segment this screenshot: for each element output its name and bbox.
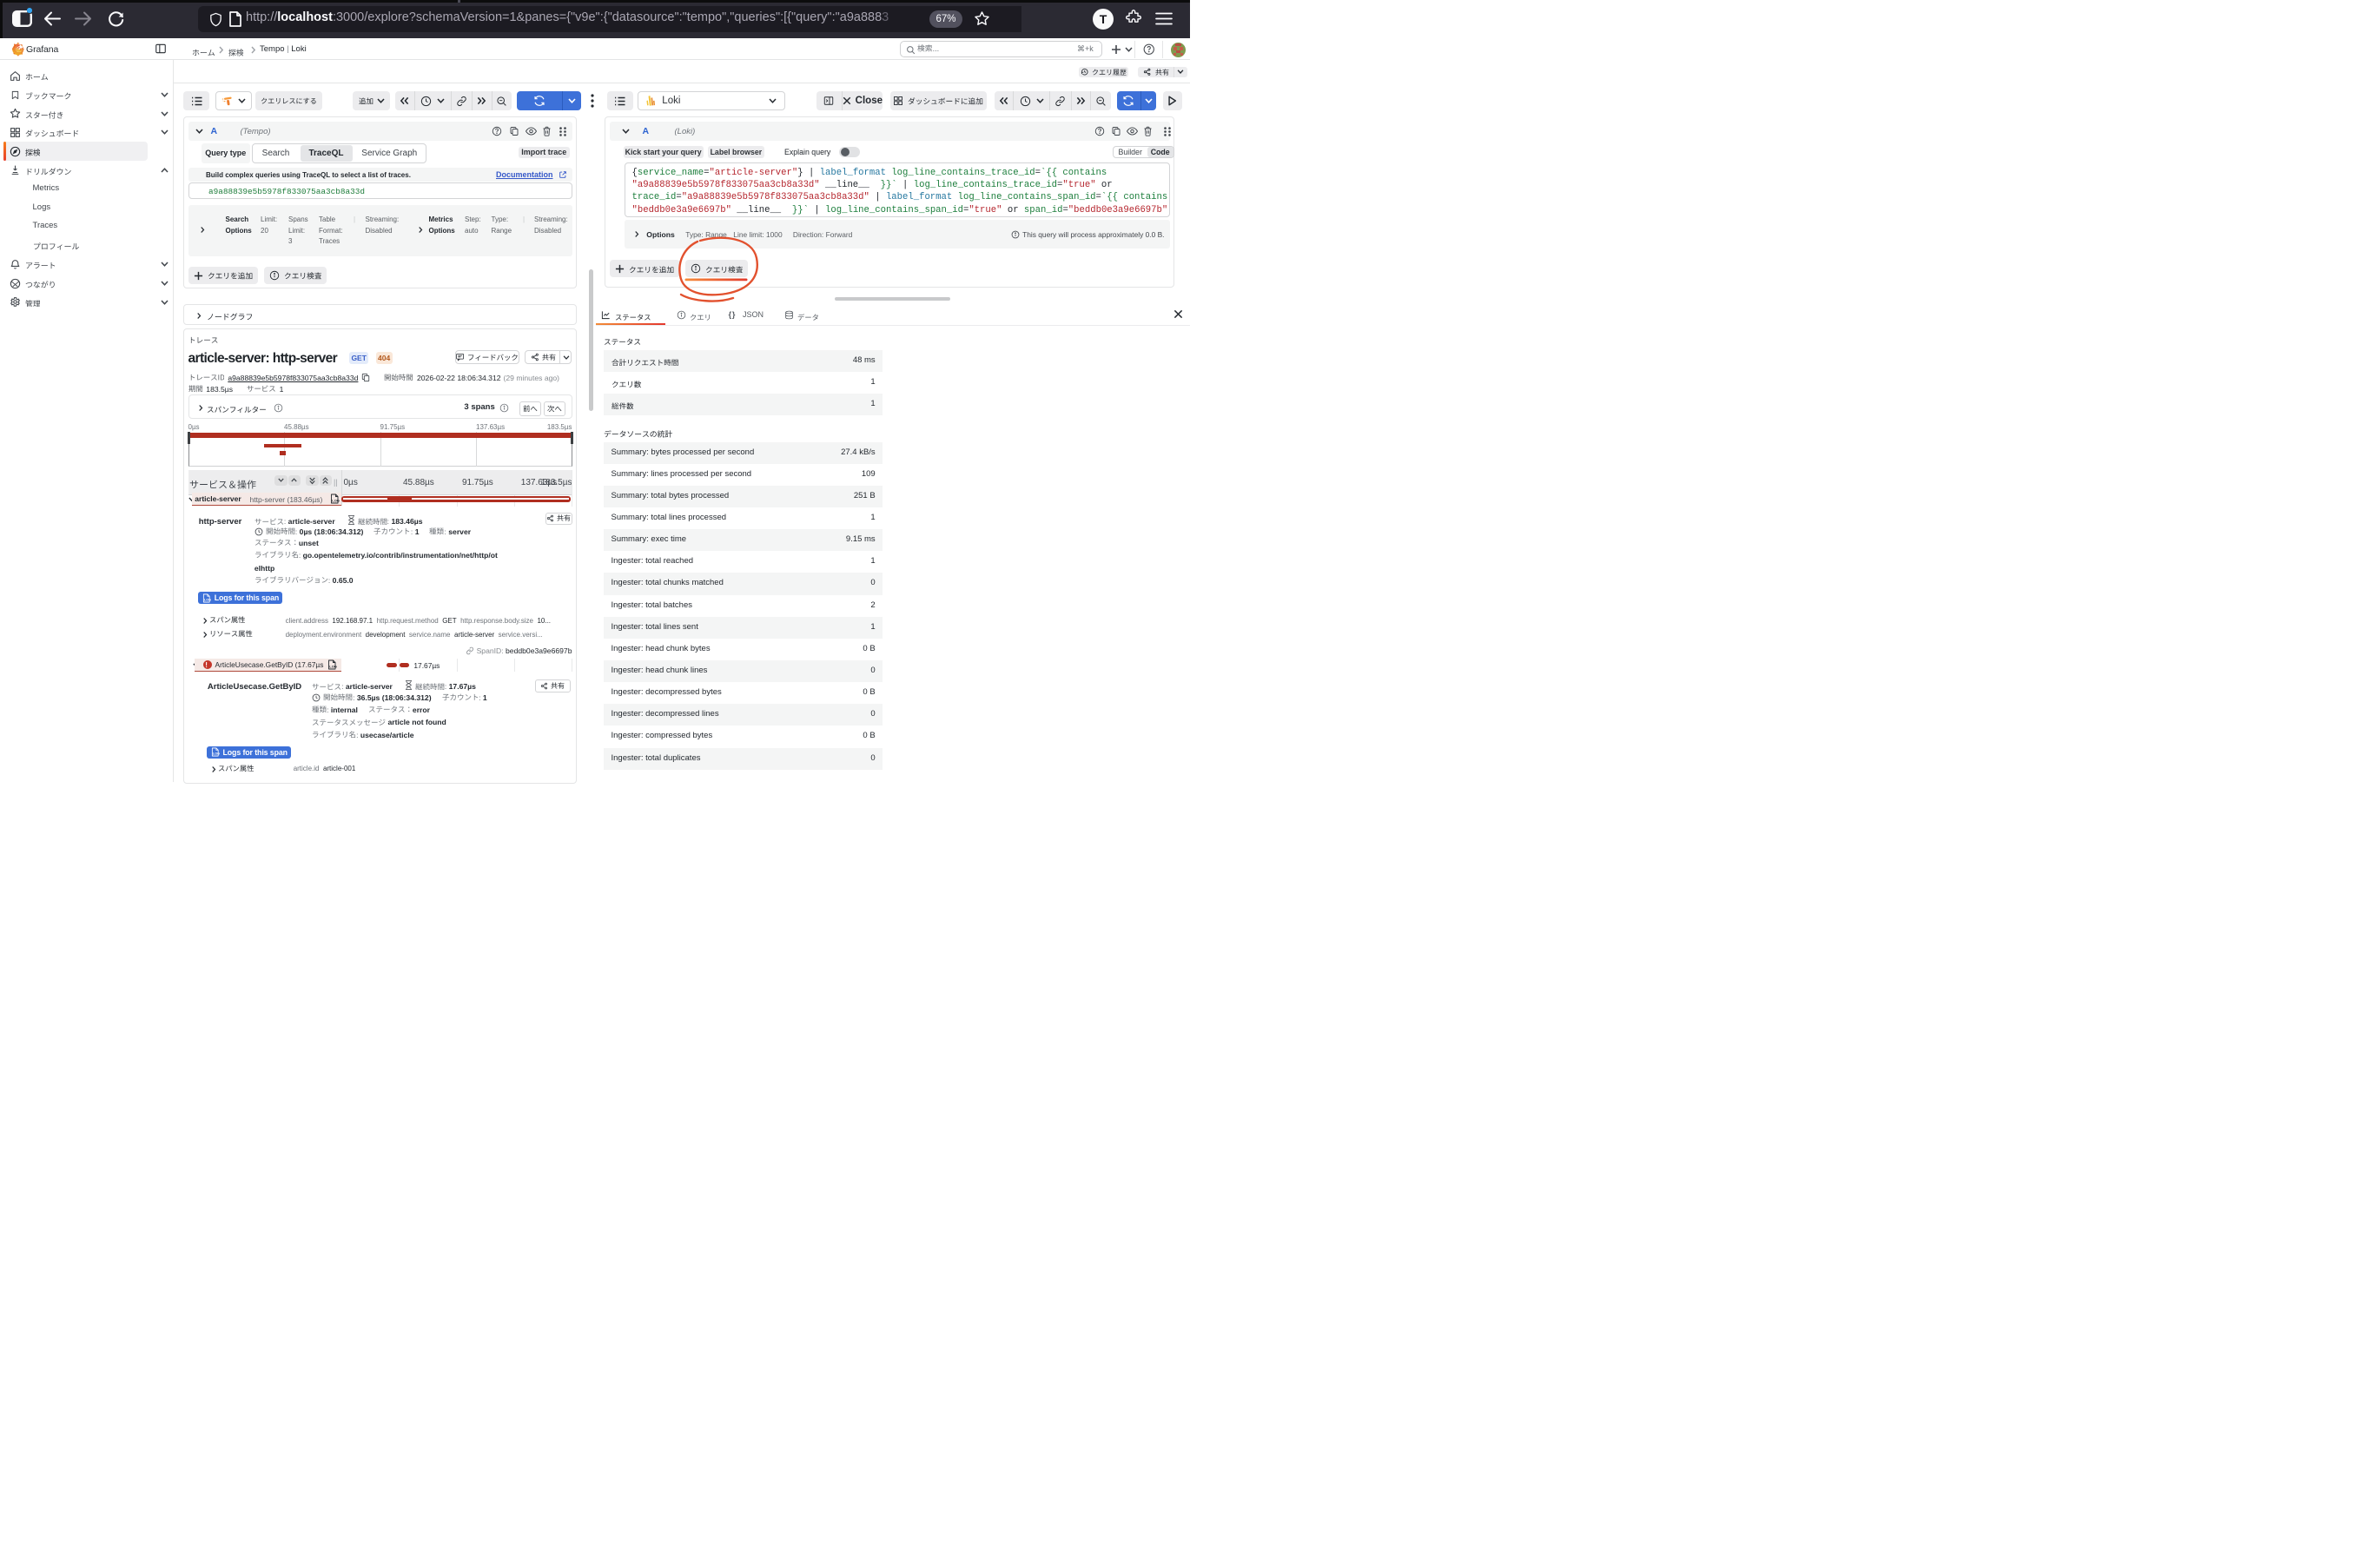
svg-text:LOG: LOG (213, 752, 220, 756)
svg-text:LOG: LOG (204, 599, 211, 602)
svg-text:LOG: LOG (329, 665, 337, 669)
svg-text:LOG: LOG (332, 499, 340, 503)
